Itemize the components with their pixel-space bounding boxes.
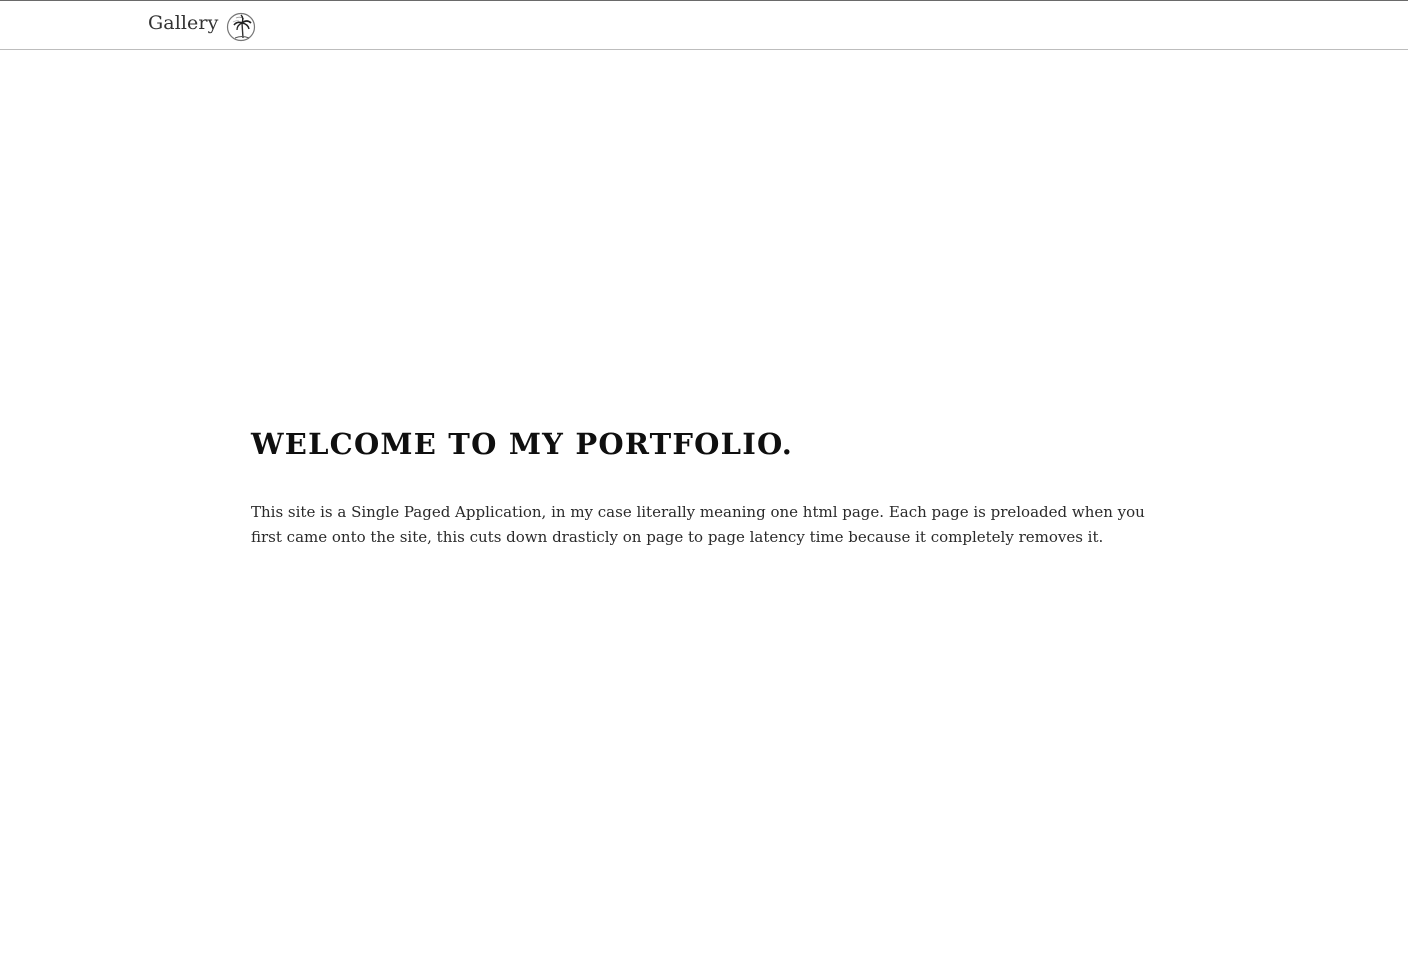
intro-paragraph: This site is a Single Paged Application,… bbox=[251, 503, 1145, 546]
main-content: WELCOME TO MY PORTFOLIO. This site is a … bbox=[251, 424, 1161, 550]
nav-link-gallery[interactable]: Gallery bbox=[148, 12, 218, 34]
top-navigation-bar: Gallery bbox=[0, 0, 1408, 50]
page-title: WELCOME TO MY PORTFOLIO. bbox=[251, 427, 794, 461]
palm-tree-globe-icon[interactable] bbox=[225, 11, 257, 43]
